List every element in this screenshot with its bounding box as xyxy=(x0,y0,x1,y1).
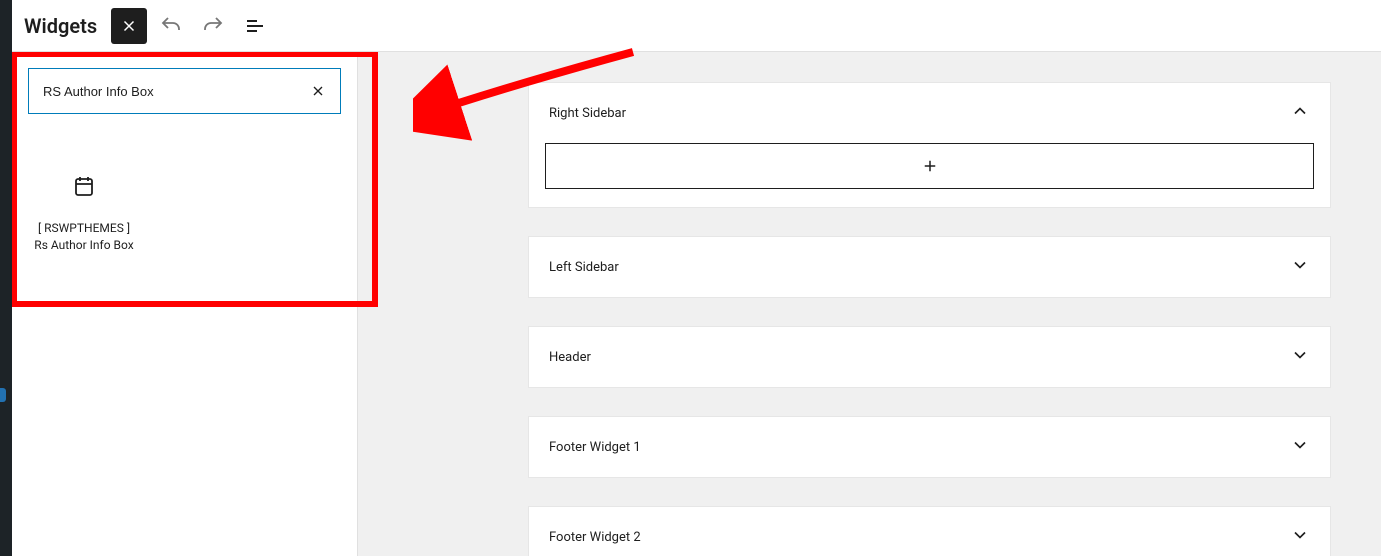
redo-button[interactable] xyxy=(195,8,231,44)
widget-area-title: Right Sidebar xyxy=(549,106,626,121)
add-block-button[interactable] xyxy=(545,143,1314,189)
calendar-icon xyxy=(72,183,96,202)
chevron-up-icon xyxy=(1290,101,1310,125)
widget-area-left-sidebar: Left Sidebar xyxy=(528,236,1331,298)
undo-button[interactable] xyxy=(153,8,189,44)
block-search-input[interactable] xyxy=(43,84,304,99)
widget-area-toggle[interactable]: Footer Widget 2 xyxy=(529,507,1330,556)
widget-area-footer-2: Footer Widget 2 xyxy=(528,506,1331,556)
widget-area-title: Footer Widget 2 xyxy=(549,530,641,545)
chevron-down-icon xyxy=(1290,255,1310,279)
list-view-button[interactable] xyxy=(237,8,273,44)
widget-area-title: Header xyxy=(549,350,591,365)
chevron-down-icon xyxy=(1290,345,1310,369)
widget-area-title: Footer Widget 1 xyxy=(549,440,641,455)
widget-area-toggle[interactable]: Right Sidebar xyxy=(529,83,1330,143)
block-result-item[interactable]: [ RSWPTHEMES ] Rs Author Info Box xyxy=(30,174,138,254)
widget-area-header-area: Header xyxy=(528,326,1331,388)
search-field-wrap xyxy=(28,68,341,114)
close-inserter-button[interactable] xyxy=(111,8,147,44)
block-result-label: [ RSWPTHEMES ] Rs Author Info Box xyxy=(30,220,138,254)
widget-areas-canvas: Right Sidebar Left Sidebar xyxy=(358,52,1381,556)
chevron-down-icon xyxy=(1290,525,1310,549)
widget-area-toggle[interactable]: Left Sidebar xyxy=(529,237,1330,297)
widget-area-toggle[interactable]: Footer Widget 1 xyxy=(529,417,1330,477)
widget-area-right-sidebar: Right Sidebar xyxy=(528,82,1331,208)
widget-area-toggle[interactable]: Header xyxy=(529,327,1330,387)
header-bar: Widgets xyxy=(12,0,1381,52)
clear-search-button[interactable] xyxy=(304,77,332,105)
widget-area-body xyxy=(529,143,1330,207)
widget-area-footer-1: Footer Widget 1 xyxy=(528,416,1331,478)
chevron-down-icon xyxy=(1290,435,1310,459)
page-title: Widgets xyxy=(24,14,97,38)
widget-area-title: Left Sidebar xyxy=(549,260,619,275)
admin-menu-collapsed xyxy=(0,0,12,556)
block-inserter-panel: [ RSWPTHEMES ] Rs Author Info Box xyxy=(12,52,358,556)
